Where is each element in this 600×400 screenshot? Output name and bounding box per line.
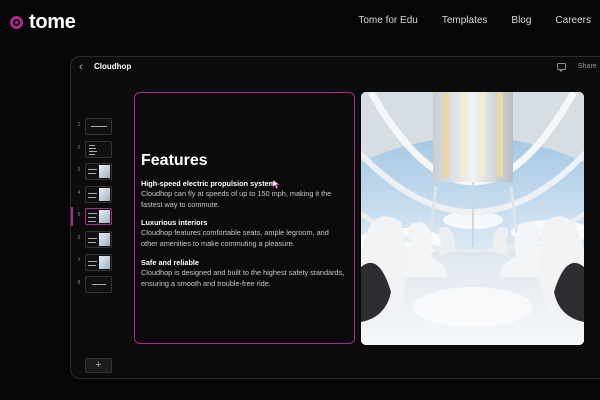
thumbnail-row[interactable]: 8 [71,275,121,298]
tome-logo[interactable]: tome [10,10,76,34]
slide-thumbnail[interactable] [85,276,112,294]
thumbnail-number: 6 [77,234,81,241]
nav-link-templates[interactable]: Templates [442,15,488,26]
nav-link-careers[interactable]: Careers [555,15,591,26]
feature-title: Luxurious interiors [141,218,208,227]
share-button[interactable]: Share [578,63,597,70]
thumbnail-number: 8 [77,280,81,287]
thumbnail-row[interactable]: 5 [71,207,121,230]
thumbnail-row[interactable]: 4 [71,185,121,208]
feature-description: Cloudhop is designed and built to the hi… [141,268,345,288]
slide-thumbnail[interactable] [85,253,112,271]
feature-title: High-speed electric propulsion system [141,179,276,188]
thumbnail-number: 5 [77,212,81,219]
editor-window: ‹ Cloudhop Share 1 2 3 4 5 6 7 8 + Featu… [70,56,600,379]
nav-link-tome-for-edu[interactable]: Tome for Edu [358,15,417,26]
feature-title: Safe and reliable [141,258,199,267]
feature-item: Safe and reliable Cloudhop is designed a… [141,258,346,289]
thumbnail-row[interactable]: 7 [71,253,121,276]
tome-logo-icon [10,15,23,29]
slide-thumbnail[interactable] [85,118,112,135]
logo-text: tome [29,10,76,33]
slide-thumbnail[interactable] [85,140,112,158]
feature-item: High-speed electric propulsion system Cl… [141,179,346,210]
thumbnail-row[interactable]: 3 [71,162,121,185]
cabin-interior-image[interactable] [361,92,584,345]
chevron-left-icon[interactable]: ‹ [79,61,83,73]
slide-thumbnail-active[interactable] [85,208,112,226]
thumbnail-row[interactable]: 6 [71,230,121,253]
doc-title: Cloudhop [94,62,132,71]
feature-item: Luxurious interiors Cloudhop features co… [141,218,346,249]
text-cursor-icon [273,180,280,189]
comment-icon[interactable] [557,63,566,72]
nav-links: Tome for Edu Templates Blog Careers [334,15,591,26]
slide-thumbnail-list: 1 2 3 4 5 6 7 8 + [71,117,121,373]
cabin-interior-illustration [361,92,584,345]
top-navigation: tome Tome for Edu Templates Blog Careers [0,0,600,44]
feature-description: Cloudhop features comfortable seats, amp… [141,228,329,248]
thumbnail-number: 1 [77,122,81,128]
feature-description: Cloudhop can fly at speeds of up to 150 … [141,189,332,209]
slide-heading: Features [141,152,208,169]
slide-thumbnail[interactable] [85,163,112,181]
nav-link-blog[interactable]: Blog [511,15,531,26]
slide-thumbnail[interactable] [85,185,112,203]
thumbnail-row[interactable]: 2 [71,140,121,163]
thumbnail-number: 3 [77,167,81,174]
slide-text-card[interactable]: Features High-speed electric propulsion … [134,92,355,344]
thumbnail-number: 4 [77,189,81,196]
add-slide-button[interactable]: + [85,358,112,373]
thumbnail-row[interactable]: 1 [71,117,121,140]
thumbnail-number: 7 [77,257,81,264]
active-slide-indicator [71,207,73,227]
thumbnail-number: 2 [77,144,81,151]
slide-thumbnail[interactable] [85,230,112,248]
